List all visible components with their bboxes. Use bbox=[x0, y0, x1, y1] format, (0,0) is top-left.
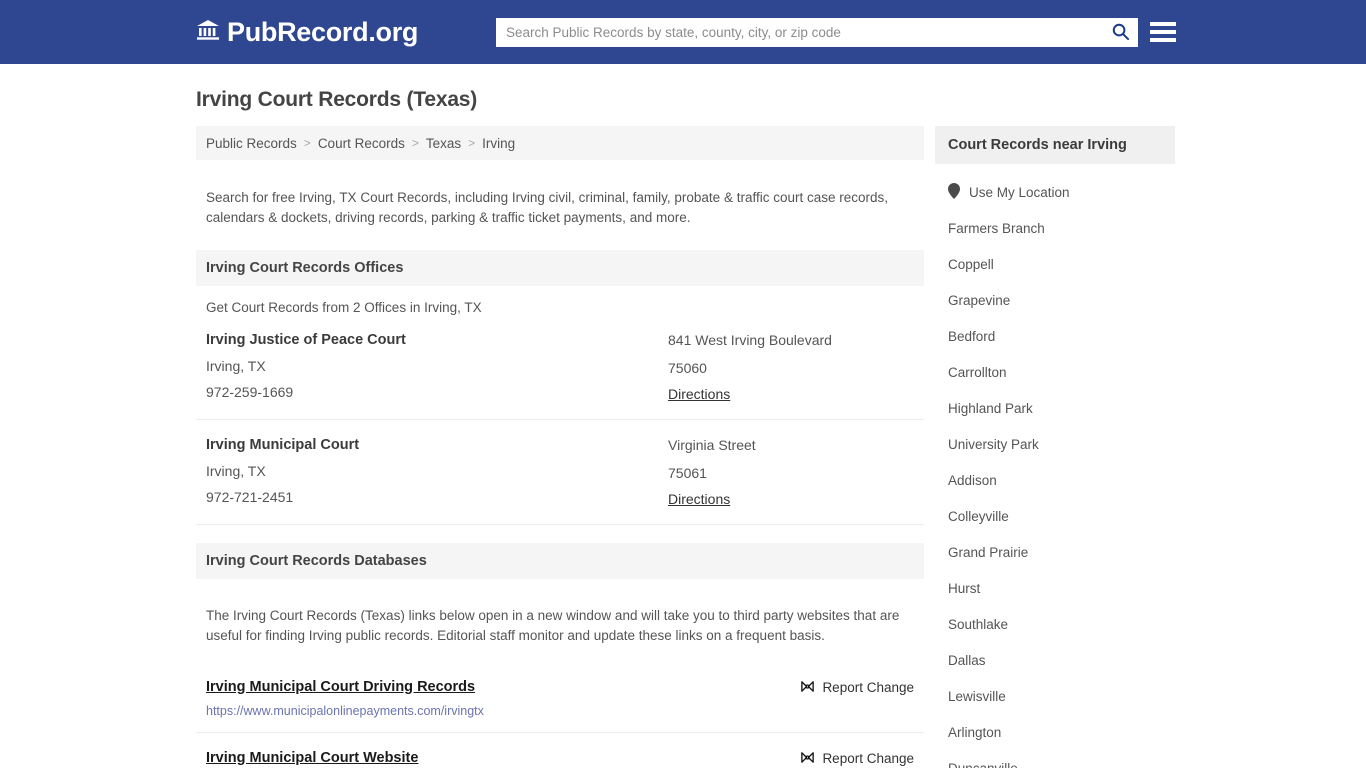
report-change-label: Report Change bbox=[822, 680, 914, 695]
databases-section-intro: The Irving Court Records (Texas) links b… bbox=[206, 608, 900, 643]
broken-link-icon bbox=[800, 750, 815, 768]
office-row: Irving Municipal Court Irving, TX 972-72… bbox=[196, 420, 924, 525]
office-zip: 75061 bbox=[668, 464, 707, 481]
hamburger-menu-button[interactable] bbox=[1150, 19, 1176, 45]
sidebar-item-use-my-location[interactable]: Use My Location bbox=[935, 174, 1175, 210]
hamburger-menu-icon bbox=[1150, 30, 1176, 34]
search-icon bbox=[1111, 22, 1130, 44]
sidebar-item-duncanville[interactable]: Duncanville bbox=[935, 750, 1175, 768]
report-change-button[interactable]: Report Change bbox=[800, 749, 914, 768]
sidebar-item-label: Grand Prairie bbox=[948, 544, 1029, 560]
sidebar-item-label: Addison bbox=[948, 472, 997, 488]
brand-logo-link[interactable]: PubRecord.org bbox=[196, 18, 418, 47]
sidebar-item-label: Farmers Branch bbox=[948, 220, 1045, 236]
sidebar-item-label: Arlington bbox=[948, 724, 1002, 740]
database-link-row: Irving Municipal Court Driving Records h… bbox=[196, 662, 924, 733]
sidebar-item-label: Southlake bbox=[948, 616, 1009, 632]
sidebar-item-label: Bedford bbox=[948, 328, 996, 344]
office-name: Irving Municipal Court bbox=[206, 436, 360, 453]
sidebar-item-hurst[interactable]: Hurst bbox=[935, 570, 1175, 606]
sidebar-item-label: Use My Location bbox=[969, 184, 1070, 200]
databases-section-heading: Irving Court Records Databases bbox=[196, 542, 924, 579]
offices-section-heading: Irving Court Records Offices bbox=[196, 249, 924, 286]
office-zip: 75060 bbox=[668, 359, 707, 376]
breadcrumb-item-public-records[interactable]: Public Records bbox=[206, 136, 297, 151]
sidebar-item-label: Carrollton bbox=[948, 364, 1007, 380]
office-address: Virginia Street bbox=[668, 436, 756, 453]
sidebar-item-label: Lewisville bbox=[948, 688, 1006, 704]
breadcrumb-item-irving: Irving bbox=[482, 135, 516, 151]
sidebar-item-label: University Park bbox=[948, 436, 1039, 452]
office-row: Irving Justice of Peace Court Irving, TX… bbox=[196, 315, 924, 420]
map-pin-icon bbox=[948, 182, 960, 202]
sidebar-item-dallas[interactable]: Dallas bbox=[935, 642, 1175, 678]
page-intro-text: Search for free Irving, TX Court Records… bbox=[206, 189, 889, 225]
office-details: Irving Municipal Court Irving, TX 972-72… bbox=[206, 437, 668, 509]
database-link-row: Irving Municipal Court Website http://ci… bbox=[196, 733, 924, 768]
broken-link-icon bbox=[800, 679, 815, 697]
office-address: 841 West Irving Boulevard bbox=[668, 331, 832, 348]
breadcrumb-item-court-records[interactable]: Court Records bbox=[318, 136, 405, 151]
sidebar-city-list: Use My Location Farmers Branch Coppell G… bbox=[935, 174, 1175, 768]
sidebar-item-addison[interactable]: Addison bbox=[935, 462, 1175, 498]
page-body: Irving Court Records (Texas) Public Reco… bbox=[0, 64, 1366, 768]
directions-link[interactable]: Directions bbox=[668, 491, 730, 507]
search-button[interactable] bbox=[1102, 18, 1138, 47]
office-address-block: Virginia Street 75061 Directions bbox=[668, 437, 914, 509]
sidebar-item-lewisville[interactable]: Lewisville bbox=[935, 678, 1175, 714]
search-input[interactable] bbox=[496, 18, 1102, 47]
sidebar-item-grand-prairie[interactable]: Grand Prairie bbox=[935, 534, 1175, 570]
office-phone: 972-721-2451 bbox=[206, 488, 294, 505]
sidebar: Court Records near Irving Use My Locatio… bbox=[935, 126, 1175, 768]
report-change-button[interactable]: Report Change bbox=[800, 678, 914, 697]
breadcrumb: Public Records > Court Records > Texas >… bbox=[196, 126, 924, 160]
sidebar-item-label: Duncanville bbox=[948, 760, 1018, 768]
sidebar-item-label: Colleyville bbox=[948, 508, 1009, 524]
office-city-state: Irving, TX bbox=[206, 462, 266, 479]
page-title: Irving Court Records (Texas) bbox=[196, 88, 478, 111]
sidebar-item-coppell[interactable]: Coppell bbox=[935, 246, 1175, 282]
breadcrumb-separator: > bbox=[303, 136, 311, 150]
sidebar-item-southlake[interactable]: Southlake bbox=[935, 606, 1175, 642]
database-link-details: Irving Municipal Court Website http://ci… bbox=[206, 749, 433, 768]
database-link-url: https://www.municipalonlinepayments.com/… bbox=[206, 703, 484, 718]
sidebar-item-label: Highland Park bbox=[948, 400, 1033, 416]
breadcrumb-separator: > bbox=[468, 136, 476, 150]
content-columns: Public Records > Court Records > Texas >… bbox=[0, 126, 1366, 768]
sidebar-item-bedford[interactable]: Bedford bbox=[935, 318, 1175, 354]
sidebar-item-farmers-branch[interactable]: Farmers Branch bbox=[935, 210, 1175, 246]
breadcrumb-item-texas[interactable]: Texas bbox=[426, 136, 461, 151]
offices-section-subheading: Get Court Records from 2 Offices in Irvi… bbox=[206, 299, 482, 315]
sidebar-item-label: Coppell bbox=[948, 256, 994, 272]
sidebar-item-colleyville[interactable]: Colleyville bbox=[935, 498, 1175, 534]
database-link-title[interactable]: Irving Municipal Court Website bbox=[206, 750, 418, 766]
brand-name: PubRecord.org bbox=[227, 16, 419, 47]
main-column: Public Records > Court Records > Texas >… bbox=[196, 126, 924, 768]
sidebar-item-university-park[interactable]: University Park bbox=[935, 426, 1175, 462]
sidebar-item-label: Grapevine bbox=[948, 292, 1011, 308]
office-details: Irving Justice of Peace Court Irving, TX… bbox=[206, 332, 668, 404]
breadcrumb-separator: > bbox=[411, 136, 419, 150]
hamburger-menu-icon bbox=[1150, 38, 1176, 42]
hamburger-menu-icon bbox=[1150, 22, 1176, 26]
sidebar-item-grapevine[interactable]: Grapevine bbox=[935, 282, 1175, 318]
database-link-title[interactable]: Irving Municipal Court Driving Records bbox=[206, 679, 475, 695]
office-phone: 972-259-1669 bbox=[206, 383, 294, 400]
sidebar-item-carrollton[interactable]: Carrollton bbox=[935, 354, 1175, 390]
directions-link[interactable]: Directions bbox=[668, 386, 730, 402]
sidebar-item-label: Hurst bbox=[948, 580, 981, 596]
database-link-details: Irving Municipal Court Driving Records h… bbox=[206, 678, 484, 718]
report-change-label: Report Change bbox=[822, 751, 914, 766]
office-name: Irving Justice of Peace Court bbox=[206, 331, 406, 348]
sidebar-item-arlington[interactable]: Arlington bbox=[935, 714, 1175, 750]
sidebar-item-highland-park[interactable]: Highland Park bbox=[935, 390, 1175, 426]
site-header: PubRecord.org bbox=[0, 0, 1366, 64]
office-city-state: Irving, TX bbox=[206, 357, 266, 374]
sidebar-heading: Court Records near Irving bbox=[935, 126, 1175, 164]
search-bar bbox=[496, 18, 1138, 47]
bank-building-icon bbox=[196, 18, 220, 47]
sidebar-item-label: Dallas bbox=[948, 652, 986, 668]
office-address-block: 841 West Irving Boulevard 75060 Directio… bbox=[668, 332, 914, 404]
